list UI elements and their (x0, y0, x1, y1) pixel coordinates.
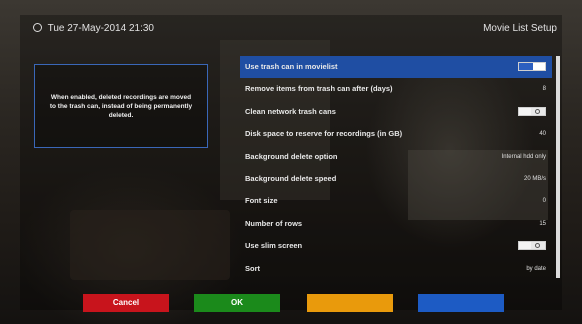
setting-value: Internal hdd only (501, 153, 546, 160)
setting-value: 8 (542, 86, 546, 93)
scrollbar-thumb[interactable] (556, 56, 560, 278)
setting-value: 40 (539, 131, 546, 138)
toggle-switch[interactable] (518, 106, 546, 116)
toggle-knob (519, 242, 531, 250)
setting-label: Background delete option (245, 151, 338, 161)
setting-font-size[interactable]: Font size 0 (240, 190, 552, 212)
scrollbar[interactable] (556, 56, 560, 278)
setting-use-trash-can[interactable]: Use trash can in movielist (240, 56, 552, 79)
setting-value: by date (526, 265, 546, 272)
settings-list: Use trash can in movielist Remove items … (240, 56, 552, 280)
setting-use-slim-screen[interactable]: Use slim screen (240, 235, 552, 257)
setting-label: Font size (245, 196, 278, 206)
yellow-button[interactable] (307, 294, 393, 312)
setting-clean-network-trash[interactable]: Clean network trash cans (240, 101, 552, 123)
ok-button[interactable]: OK (194, 294, 280, 312)
setting-remove-items-days[interactable]: Remove items from trash can after (days)… (240, 78, 552, 100)
setting-sort[interactable]: Sort by date (240, 258, 552, 280)
setting-disk-space-reserve[interactable]: Disk space to reserve for recordings (in… (240, 123, 552, 145)
setting-label: Number of rows (245, 218, 303, 228)
setting-label: Remove items from trash can after (days) (245, 84, 393, 94)
setting-value: 15 (539, 220, 546, 227)
setting-label: Use trash can in movielist (245, 62, 338, 71)
setting-label: Clean network trash cans (245, 106, 336, 116)
cancel-button[interactable]: Cancel (83, 294, 169, 312)
setting-label: Disk space to reserve for recordings (in… (245, 129, 403, 139)
toggle-switch[interactable] (518, 241, 546, 251)
toggle-knob (533, 63, 545, 70)
setting-number-of-rows[interactable]: Number of rows 15 (240, 213, 552, 235)
setting-label: Background delete speed (245, 173, 337, 183)
toggle-knob (519, 107, 531, 115)
setting-value: 0 (542, 198, 546, 205)
help-description-box: When enabled, deleted recordings are mov… (34, 64, 208, 148)
setting-background-delete-option[interactable]: Background delete option Internal hdd on… (240, 146, 552, 168)
setting-label: Use slim screen (245, 241, 303, 251)
header-datetime: Tue 27-May-2014 21:30 (33, 22, 154, 34)
page-title: Movie List Setup (483, 23, 557, 34)
clock-icon (33, 22, 42, 32)
setting-label: Sort (245, 263, 260, 273)
help-text: When enabled, deleted recordings are mov… (49, 93, 193, 119)
toggle-switch[interactable] (518, 62, 546, 71)
setting-value: 20 MB/s (523, 175, 546, 182)
blue-button[interactable] (418, 294, 504, 312)
setting-background-delete-speed[interactable]: Background delete speed 20 MB/s (240, 168, 552, 190)
datetime-text: Tue 27-May-2014 21:30 (47, 23, 154, 34)
